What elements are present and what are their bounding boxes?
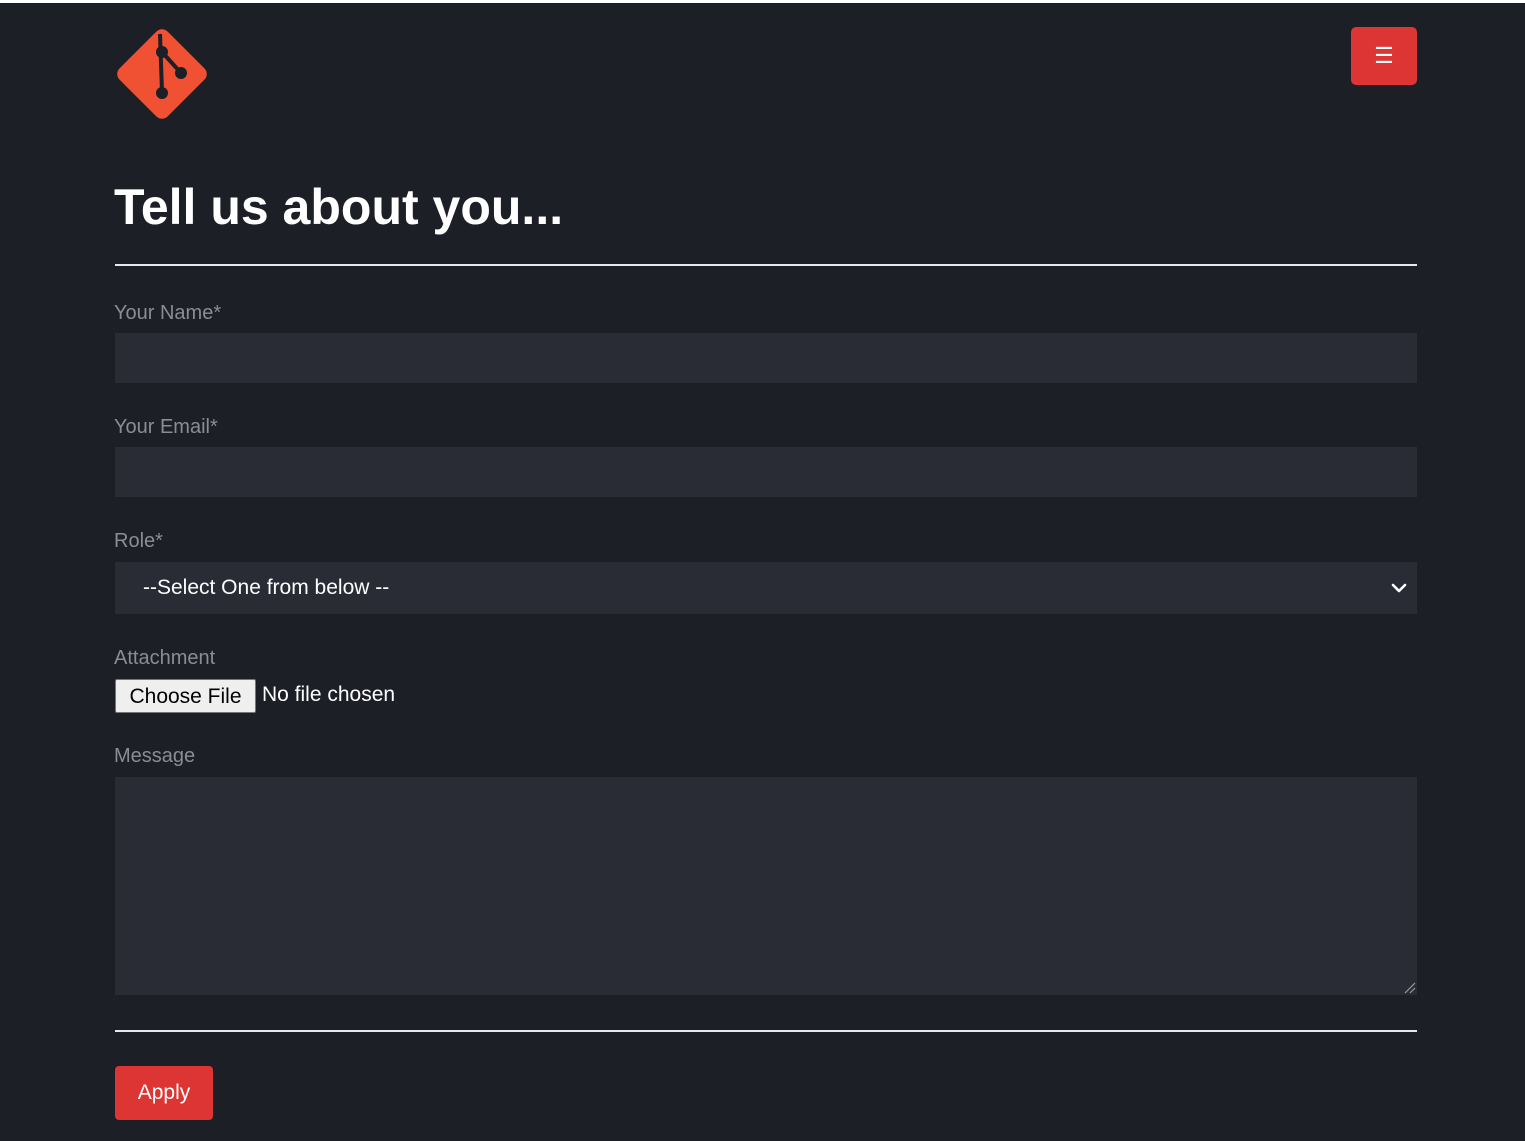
email-label: Your Email* — [114, 416, 218, 438]
resize-handle-icon[interactable] — [1403, 981, 1416, 994]
hamburger-menu-icon: ☰ — [1374, 43, 1394, 68]
role-select[interactable]: --Select One from below -- — [115, 562, 1417, 614]
page-title: Tell us about you... — [114, 179, 564, 235]
file-status: No file chosen — [262, 683, 396, 706]
menu-button[interactable]: ☰ — [1351, 27, 1417, 85]
name-label: Your Name* — [114, 302, 222, 324]
role-label: Role* — [114, 530, 163, 552]
role-selected-value: --Select One from below -- — [143, 576, 390, 599]
chevron-down-icon — [1389, 578, 1409, 598]
email-input[interactable] — [115, 447, 1417, 497]
title-divider — [115, 264, 1417, 266]
message-label: Message — [114, 745, 196, 767]
apply-button[interactable]: Apply — [115, 1066, 213, 1120]
git-logo-icon[interactable] — [114, 26, 210, 122]
top-border — [0, 0, 1525, 3]
attachment-label: Attachment — [114, 647, 216, 669]
choose-file-button[interactable]: Choose File — [115, 679, 256, 713]
name-input[interactable] — [115, 333, 1417, 383]
form-divider — [115, 1030, 1417, 1032]
message-textarea[interactable] — [115, 777, 1417, 995]
